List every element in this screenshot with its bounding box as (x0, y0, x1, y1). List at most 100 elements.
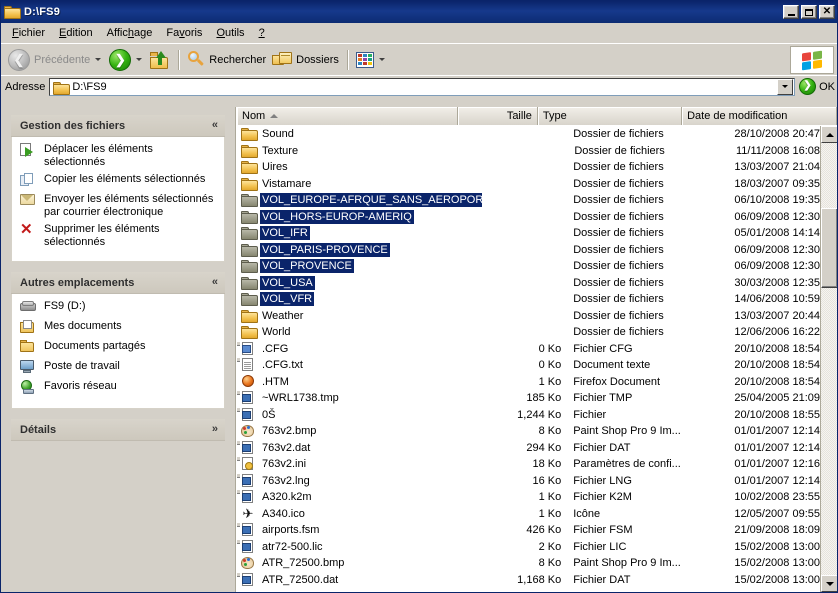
address-folder-icon (53, 81, 71, 95)
table-row[interactable]: ~WRL1738.tmp 185 Ko Fichier TMP 25/04/2005 … (237, 390, 820, 407)
menu-item-fichier[interactable]: Fichier (5, 25, 52, 41)
table-row[interactable]: VOL_USA Dossier de fichiers 30/03/2008 12:… (237, 275, 820, 292)
cell-date: 21/09/2008 18:09 (734, 524, 820, 537)
cell-date: 01/01/2007 12:14 (734, 425, 820, 438)
cell-date: 01/01/2007 12:14 (734, 474, 820, 487)
table-row[interactable]: VOL_VFR Dossier de fichiers 14/06/2008 10:… (237, 291, 820, 308)
table-row[interactable]: .HTM 1 Ko Firefox Document 20/10/2008 18:54 (237, 374, 820, 391)
vertical-scrollbar[interactable] (820, 126, 837, 592)
place-my-documents[interactable]: Mes documents (20, 320, 216, 336)
table-row[interactable]: 0Š 1,244 Ko Fichier 20/10/2008 18:55 (237, 407, 820, 424)
table-row[interactable]: VOL_PARIS-PROVENCE Dossier de fichiers 06/… (237, 242, 820, 259)
table-row[interactable]: VOL_PROVENCE Dossier de fichiers 06/09/200… (237, 258, 820, 275)
table-row[interactable]: ATR_72500.bmp 8 Ko Paint Shop Pro 9 Im... 1… (237, 555, 820, 572)
place-fs9-drive[interactable]: FS9 (D:) (20, 300, 216, 316)
table-row[interactable]: VOL_IFR Dossier de fichiers 05/01/2008 14:… (237, 225, 820, 242)
task-delete-selected-items[interactable]: ✕ Supprimer les éléments sélectionnés (20, 222, 216, 249)
table-row[interactable]: 763v2.bmp 8 Ko Paint Shop Pro 9 Im... 01/01… (237, 423, 820, 440)
close-button[interactable]: ✕ (819, 5, 835, 19)
up-button[interactable] (147, 48, 173, 72)
column-header-size[interactable]: Taille (458, 107, 538, 125)
column-header-date[interactable]: Date de modification (682, 107, 837, 125)
forward-dropdown-icon[interactable] (136, 58, 143, 61)
go-button[interactable]: ❯ OK (799, 78, 835, 95)
scroll-up-button[interactable] (821, 126, 837, 143)
task-copy-selected-items[interactable]: Copier les éléments sélectionnés (20, 173, 216, 189)
table-row[interactable]: .CFG.txt 0 Ko Document texte 20/10/2008 18:… (237, 357, 820, 374)
cell-type: Dossier de fichiers (574, 144, 665, 157)
table-row[interactable]: World Dossier de fichiers 12/06/2006 16:22 (237, 324, 820, 341)
table-row[interactable]: ✈ A340.ico 1 Ko Icône 12/05/2007 09:55 (237, 506, 820, 523)
address-input[interactable]: D:\FS9 (49, 77, 796, 96)
forward-button[interactable]: ❯ (106, 48, 147, 72)
list-body[interactable]: Sound Dossier de fichiers 28/10/2008 20:47… (237, 126, 820, 592)
search-button[interactable]: Rechercher (184, 48, 269, 72)
toolbar: ❮ Précédente ❯ Rechercher Dossiers (1, 43, 837, 75)
cell-name: Vistamare (237, 177, 482, 191)
panel-other-places-header[interactable]: Autres emplacements « (11, 272, 225, 294)
cell-size: 8 Ko (538, 557, 562, 570)
cell-date: 01/01/2007 12:14 (734, 441, 820, 454)
table-row[interactable]: Uires Dossier de fichiers 13/03/2007 21:04 (237, 159, 820, 176)
table-row[interactable]: airports.fsm 426 Ko Fichier FSM 21/09/2008 … (237, 522, 820, 539)
maximize-button[interactable] (801, 5, 817, 19)
chevron-up-icon[interactable]: « (212, 120, 218, 131)
table-row[interactable]: 763v2.dat 294 Ko Fichier DAT 01/01/2007 12:… (237, 440, 820, 457)
file-name: 763v2.dat (262, 441, 311, 454)
table-row[interactable]: Texture Dossier de fichiers 11/11/2008 16:… (237, 143, 820, 160)
panel-details-header[interactable]: Détails » (11, 419, 225, 441)
explorer-window: D:\FS9 ✕ Fichier Edition Affichage Favor… (0, 0, 838, 593)
views-button[interactable] (353, 48, 390, 72)
back-dropdown-icon[interactable] (95, 58, 102, 61)
panel-file-tasks-header[interactable]: Gestion des fichiers « (11, 115, 225, 137)
folder-icon (241, 144, 258, 158)
address-dropdown-button[interactable] (777, 78, 794, 95)
table-row[interactable]: ATR_72500.dat 1,168 Ko Fichier DAT 15/02/20… (237, 572, 820, 589)
table-row[interactable]: .CFG 0 Ko Fichier CFG 20/10/2008 18:54 (237, 341, 820, 358)
menu-item-edition[interactable]: Edition (52, 25, 100, 41)
table-row[interactable]: VOL_HORS-EUROP-AMERIQ Dossier de fichiers… (237, 209, 820, 226)
scrollbar-thumb[interactable] (821, 208, 837, 288)
go-label: OK (819, 80, 835, 93)
menu-item-affichage[interactable]: Affichage (100, 25, 160, 41)
views-dropdown-icon[interactable] (378, 58, 385, 61)
table-row[interactable]: atr72-500.lic 2 Ko Fichier LIC 15/02/2008 1… (237, 539, 820, 556)
table-row[interactable]: Vistamare Dossier de fichiers 18/03/2007 0… (237, 176, 820, 193)
chevron-down-icon[interactable]: » (212, 424, 218, 435)
cell-size: 2 Ko (538, 540, 562, 553)
cell-name: VOL_PROVENCE (237, 259, 482, 274)
menu-item-outils[interactable]: Outils (209, 25, 251, 41)
table-row[interactable]: Sound Dossier de fichiers 28/10/2008 20:47 (237, 126, 820, 143)
cell-type: Dossier de fichiers (573, 194, 664, 207)
menu-item-favoris[interactable]: Favoris (159, 25, 209, 41)
file-name: ATR_72500.bmp (262, 557, 345, 570)
table-row[interactable]: A320.k2m 1 Ko Fichier K2M 10/02/2008 23:55 (237, 489, 820, 506)
window-controls: ✕ (783, 5, 835, 19)
task-email-selected-items[interactable]: Envoyer les éléments sélectionnés par co… (20, 193, 216, 219)
table-row[interactable]: 763v2.ini 18 Ko Paramètres de confi... 01/0… (237, 456, 820, 473)
column-header-name[interactable]: Nom (237, 107, 459, 125)
minimize-button[interactable] (783, 5, 799, 19)
cell-type: Fichier DAT (573, 441, 631, 454)
column-header-type[interactable]: Type (537, 107, 683, 125)
task-pane: Gestion des fichiers « Déplacer les élém… (1, 107, 236, 592)
cell-size: 8 Ko (538, 425, 562, 438)
table-row[interactable]: VOL_EUROPE-AFRQUE_SANS_AEROPORTS Dossier … (237, 192, 820, 209)
folders-button[interactable]: Dossiers (269, 48, 342, 72)
task-move-selected-items[interactable]: Déplacer les éléments sélectionnés (20, 143, 216, 169)
table-row[interactable]: Weather Dossier de fichiers 13/03/2007 20:… (237, 308, 820, 325)
place-shared-documents[interactable]: Documents partagés (20, 340, 216, 356)
back-label: Précédente (34, 53, 91, 66)
cell-date: 05/01/2008 14:14 (734, 227, 820, 240)
up-folder-icon (150, 50, 170, 69)
place-network-places[interactable]: Favoris réseau (20, 380, 216, 396)
chevron-up-icon[interactable]: « (212, 277, 218, 288)
place-my-computer[interactable]: Poste de travail (20, 360, 216, 376)
file-name: Sound (262, 128, 294, 141)
back-button[interactable]: ❮ Précédente (5, 48, 106, 72)
table-row[interactable]: 763v2.lng 16 Ko Fichier LNG 01/01/2007 12:1… (237, 473, 820, 490)
list-header: Nom Taille Type Date de modification (237, 107, 837, 125)
scroll-down-button[interactable] (821, 575, 837, 592)
menu-item-help[interactable]: ? (252, 25, 272, 41)
cell-name: Sound (237, 127, 482, 142)
